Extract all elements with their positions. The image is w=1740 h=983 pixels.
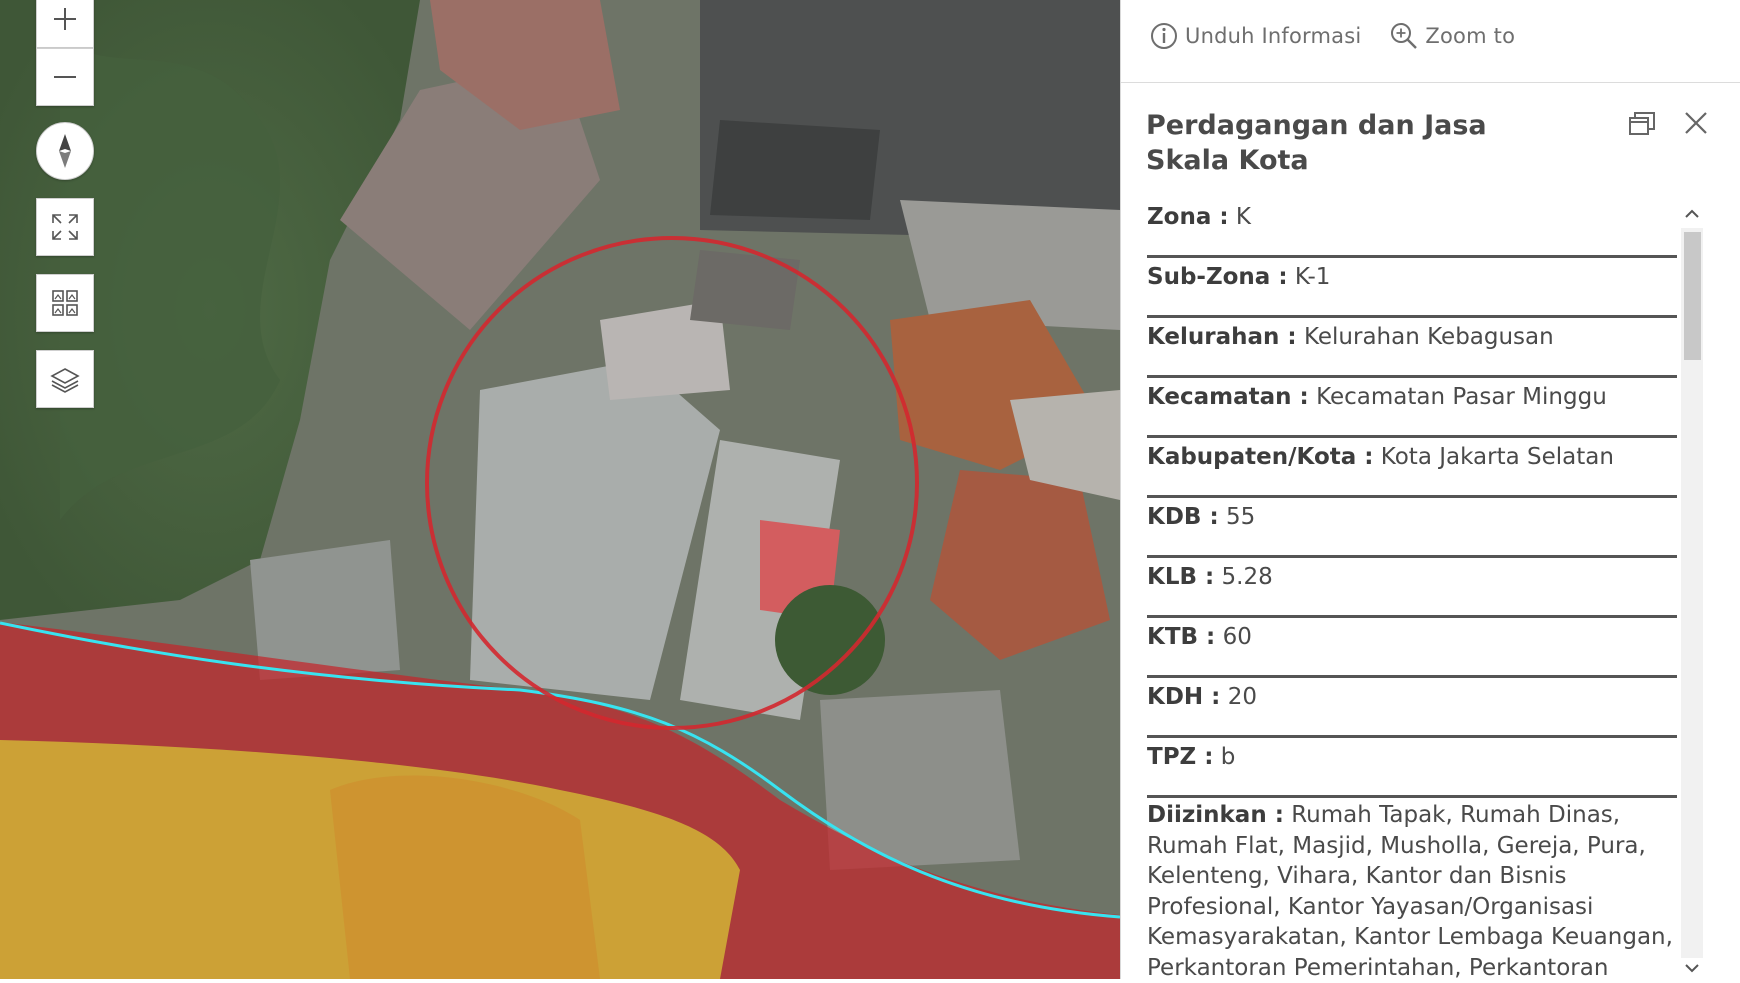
zoom-to-action[interactable]: Zoom to — [1389, 21, 1515, 51]
attribute-row: Kelurahan : Kelurahan Kebagusan — [1147, 318, 1677, 378]
attribute-list: Zona : K Sub-Zona : K-1 Kelurahan : Kelu… — [1147, 198, 1677, 983]
attribute-row: KDH : 20 — [1147, 678, 1677, 738]
fullscreen-button[interactable] — [36, 198, 94, 256]
header-divider — [1121, 82, 1740, 83]
attribute-row: KDB : 55 — [1147, 498, 1677, 558]
scroll-down-icon[interactable] — [1680, 958, 1704, 978]
attribute-row: KTB : 60 — [1147, 618, 1677, 678]
basemap-gallery-icon — [52, 290, 78, 316]
layers-icon — [50, 368, 80, 393]
scrollbar-thumb[interactable] — [1684, 232, 1701, 360]
feature-popup-panel: Unduh Informasi Zoom to Perdagangan dan … — [1120, 0, 1740, 981]
zoom-in-icon — [54, 8, 76, 30]
zoom-out-button[interactable] — [36, 48, 94, 106]
attribute-row: Zona : K — [1147, 198, 1677, 258]
close-button[interactable] — [1681, 108, 1711, 142]
scroll-up-icon[interactable] — [1680, 204, 1704, 224]
compass-button[interactable] — [36, 122, 94, 180]
attribute-row: Kabupaten/Kota : Kota Jakarta Selatan — [1147, 438, 1677, 498]
popup-title: Perdagangan dan Jasa Skala Kota — [1146, 110, 1487, 176]
download-info-action[interactable]: Unduh Informasi — [1149, 21, 1361, 51]
basemap-gallery-button[interactable] — [36, 274, 94, 332]
dock-icon — [1629, 112, 1655, 135]
fullscreen-icon — [52, 214, 78, 240]
attribute-row: TPZ : b — [1147, 738, 1677, 798]
layers-button[interactable] — [36, 350, 94, 408]
allowed-uses-row: Diizinkan : Rumah Tapak, Rumah Dinas, Ru… — [1147, 802, 1673, 981]
zoom-magnifier-icon — [1391, 23, 1418, 49]
download-info-label: Unduh Informasi — [1185, 24, 1362, 48]
info-icon — [1151, 23, 1177, 49]
popup-actions: Unduh Informasi Zoom to — [1149, 16, 1543, 56]
close-icon — [1685, 112, 1707, 134]
compass-icon — [59, 134, 71, 168]
attribute-row: Kecamatan : Kecamatan Pasar Minggu — [1147, 378, 1677, 438]
attribute-row: KLB : 5.28 — [1147, 558, 1677, 618]
zoom-to-label: Zoom to — [1425, 24, 1516, 48]
zoom-in-button[interactable] — [36, 0, 94, 48]
map-view[interactable] — [0, 0, 1120, 979]
attribute-row: Sub-Zona : K-1 — [1147, 258, 1677, 318]
zoom-out-icon — [54, 76, 76, 78]
aerial-imagery — [0, 0, 1120, 979]
dock-button[interactable] — [1626, 108, 1658, 144]
